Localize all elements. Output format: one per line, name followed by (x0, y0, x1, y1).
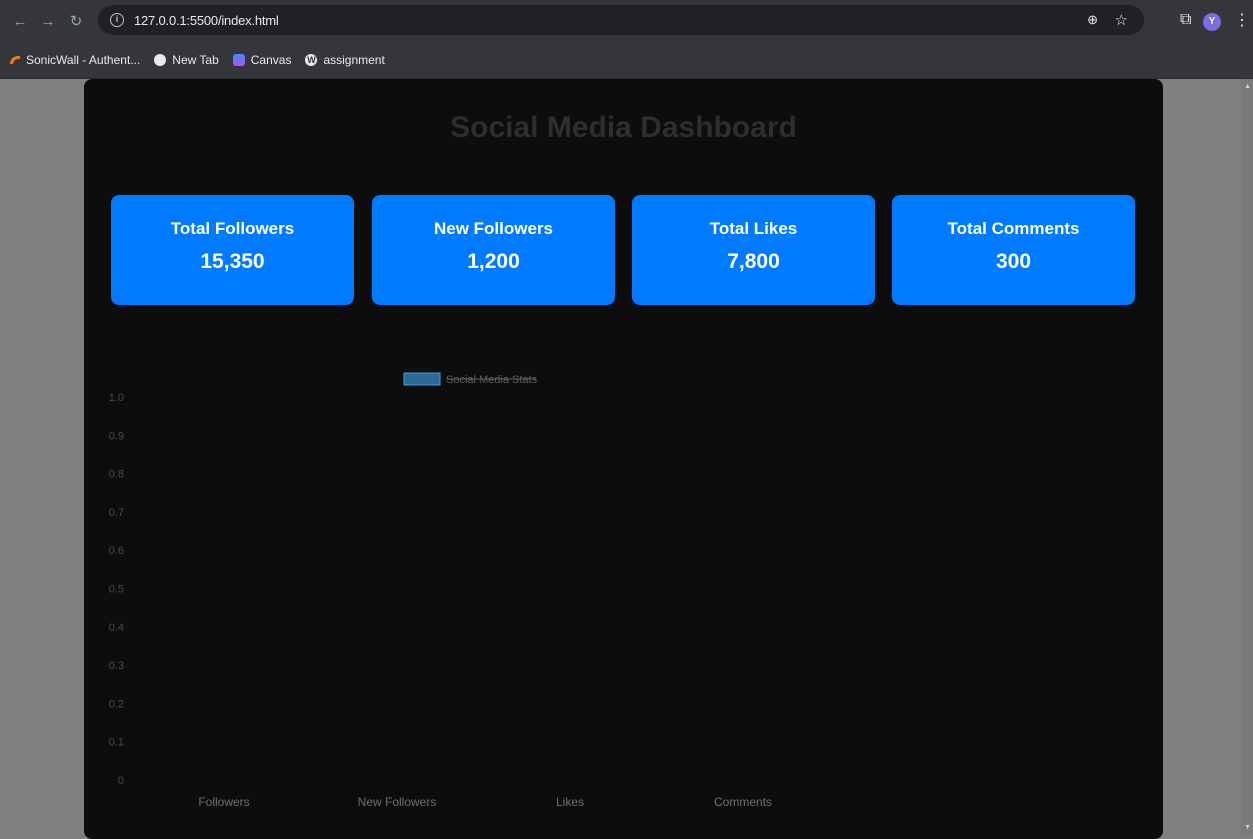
bookmark-sonicwall[interactable]: SonicWall - Authent... (10, 53, 140, 67)
extensions-icon[interactable]: ⧉ (1180, 11, 1191, 29)
page-viewport: ▲ ▼ Social Media Dashboard Total Followe… (0, 79, 1253, 839)
legend-swatch[interactable] (403, 372, 441, 386)
y-tick-label: 0.3 (109, 660, 124, 672)
address-bar[interactable]: i 127.0.0.1:5500/index.html ⊕ ☆ (98, 5, 1144, 35)
site-info-icon[interactable]: i (110, 13, 124, 27)
y-tick-label: 0.9 (109, 430, 124, 442)
bookmarks-bar: SonicWall - Authent... New Tab Canvas W … (0, 42, 1253, 79)
legend-label[interactable]: Social Media Stats (446, 374, 538, 386)
bookmark-assignment[interactable]: W assignment (305, 53, 385, 67)
bookmark-label: New Tab (172, 53, 219, 67)
back-arrow-icon[interactable]: ← (6, 13, 34, 30)
bookmark-label: assignment (323, 53, 385, 67)
reload-icon[interactable]: ↻ (62, 12, 90, 30)
scroll-up-arrow-icon[interactable]: ▲ (1244, 83, 1251, 90)
x-tick-label: Likes (556, 795, 584, 809)
y-tick-label: 0.1 (109, 737, 124, 749)
bookmark-canvas[interactable]: Canvas (232, 53, 292, 67)
bookmark-star-icon[interactable]: ☆ (1115, 11, 1128, 29)
scroll-down-arrow-icon[interactable]: ▼ (1244, 824, 1251, 831)
y-tick-label: 0.7 (109, 507, 124, 519)
forward-arrow-icon[interactable]: → (34, 13, 62, 30)
browser-toolbar: ← → ↻ i 127.0.0.1:5500/index.html ⊕ ☆ ⧉ … (0, 0, 1253, 42)
sonicwall-icon (10, 56, 20, 64)
browser-menu-icon[interactable]: ⋮ (1234, 10, 1250, 30)
page-scrollbar[interactable]: ▲ ▼ (1241, 79, 1253, 834)
zoom-icon[interactable]: ⊕ (1087, 12, 1098, 28)
profile-avatar[interactable]: Y (1203, 13, 1221, 31)
y-tick-label: 0.8 (109, 469, 124, 481)
bookmark-label: SonicWall - Authent... (26, 53, 141, 67)
globe-icon (154, 54, 167, 66)
x-tick-label: Comments (714, 795, 772, 809)
canvas-icon (232, 54, 245, 66)
dashboard-container: Social Media Dashboard Total Followers 1… (84, 79, 1163, 839)
social-media-bar-chart: 0 0.1 0.2 0.3 0.4 0.5 0.6 0.7 0.8 0.9 1.0 Followers… (109, 372, 772, 809)
bookmark-new-tab[interactable]: New Tab (154, 53, 219, 67)
bookmark-label: Canvas (250, 53, 292, 67)
y-tick-label: 1.0 (109, 392, 124, 404)
wordpress-icon: W (305, 54, 318, 66)
y-tick-label: 0.4 (109, 622, 124, 634)
x-tick-label: New Followers (358, 795, 437, 809)
y-tick-label: 0.5 (109, 584, 124, 596)
y-tick-label: 0 (118, 775, 124, 787)
y-tick-label: 0.2 (109, 698, 124, 710)
url-text[interactable]: 127.0.0.1:5500/index.html (134, 13, 279, 28)
x-tick-label: Followers (198, 795, 249, 809)
y-tick-label: 0.6 (109, 545, 124, 557)
